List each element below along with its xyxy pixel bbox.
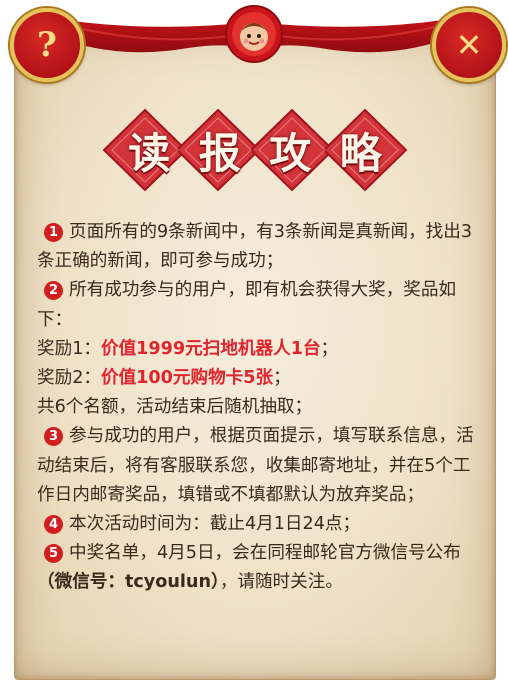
title-char-2: 报 <box>198 128 241 178</box>
title-banner: 读 报 攻 略 <box>100 108 410 192</box>
rule-text: 中奖名单，4月5日，会在同程邮轮官方微信号公布 <box>69 543 461 564</box>
prize-value: 价值100元购物卡5张 <box>100 368 274 389</box>
quota-text: 共6个名额，活动结束后随机抽取； <box>37 397 313 418</box>
rule-number-badge: 5 <box>44 544 63 564</box>
rule-number-badge: 4 <box>44 515 63 535</box>
rule-item-4: 4 本次活动时间为：截止4月1日24点； <box>37 510 481 539</box>
prize-label: 奖励1： <box>37 338 101 359</box>
rule-text: 参与成功的用户，根据页面提示，填写联系信息，活动结束后，将有客服联系您，收集邮寄… <box>37 426 474 505</box>
rule-number-badge: 1 <box>44 223 63 242</box>
wechat-id: （微信号：tcyoulun） <box>37 572 220 593</box>
rule-number-badge: 2 <box>44 281 63 301</box>
title-char-4: 略 <box>339 128 382 178</box>
close-button[interactable]: ✕ <box>432 8 506 82</box>
title-char-1: 读 <box>128 128 171 178</box>
rule-text: 页面所有的9条新闻中，有3条新闻是真新闻，找出3条正确的新闻，即可参与成功； <box>37 222 473 272</box>
rule-item-2: 2 所有成功参与的用户，即有机会获得大奖，奖品如下： <box>37 276 481 334</box>
rule-number-badge: 3 <box>44 427 63 447</box>
close-icon: ✕ <box>455 26 483 64</box>
rule-item-3: 3 参与成功的用户，根据页面提示，填写联系信息，活动结束后，将有客服联系您，收集邮… <box>37 422 481 510</box>
mascot-rosette-icon <box>225 5 283 63</box>
prize-label: 奖励2： <box>37 368 101 389</box>
page-title: 读 报 攻 略 <box>100 108 410 192</box>
prize-item-2: 奖励2：价值100元购物卡5张； <box>37 364 481 393</box>
prize-suffix: ； <box>273 368 291 389</box>
wechat-suffix: ，请随时关注。 <box>219 572 343 593</box>
prize-suffix: ； <box>320 338 339 359</box>
rule-text: 本次活动时间为：截止4月1日24点； <box>69 514 361 535</box>
rule-item-5: 5 中奖名单，4月5日，会在同程邮轮官方微信号公布 （微信号：tcyoulun），请… <box>37 539 481 597</box>
prize-item-1: 奖励1：价值1999元扫地机器人1台； <box>37 335 481 364</box>
rules-content: 1 页面所有的9条新闻中，有3条新闻是真新闻，找出3条正确的新闻，即可参与成功； … <box>37 218 481 598</box>
title-char-3: 攻 <box>269 128 312 178</box>
question-mark-icon: ? <box>37 25 57 65</box>
prize-value: 价值1999元扫地机器人1台 <box>100 338 321 359</box>
rule-item-1: 1 页面所有的9条新闻中，有3条新闻是真新闻，找出3条正确的新闻，即可参与成功； <box>37 218 481 276</box>
rule-text: 所有成功参与的用户，即有机会获得大奖，奖品如下： <box>37 280 457 330</box>
help-button[interactable]: ? <box>10 8 84 82</box>
